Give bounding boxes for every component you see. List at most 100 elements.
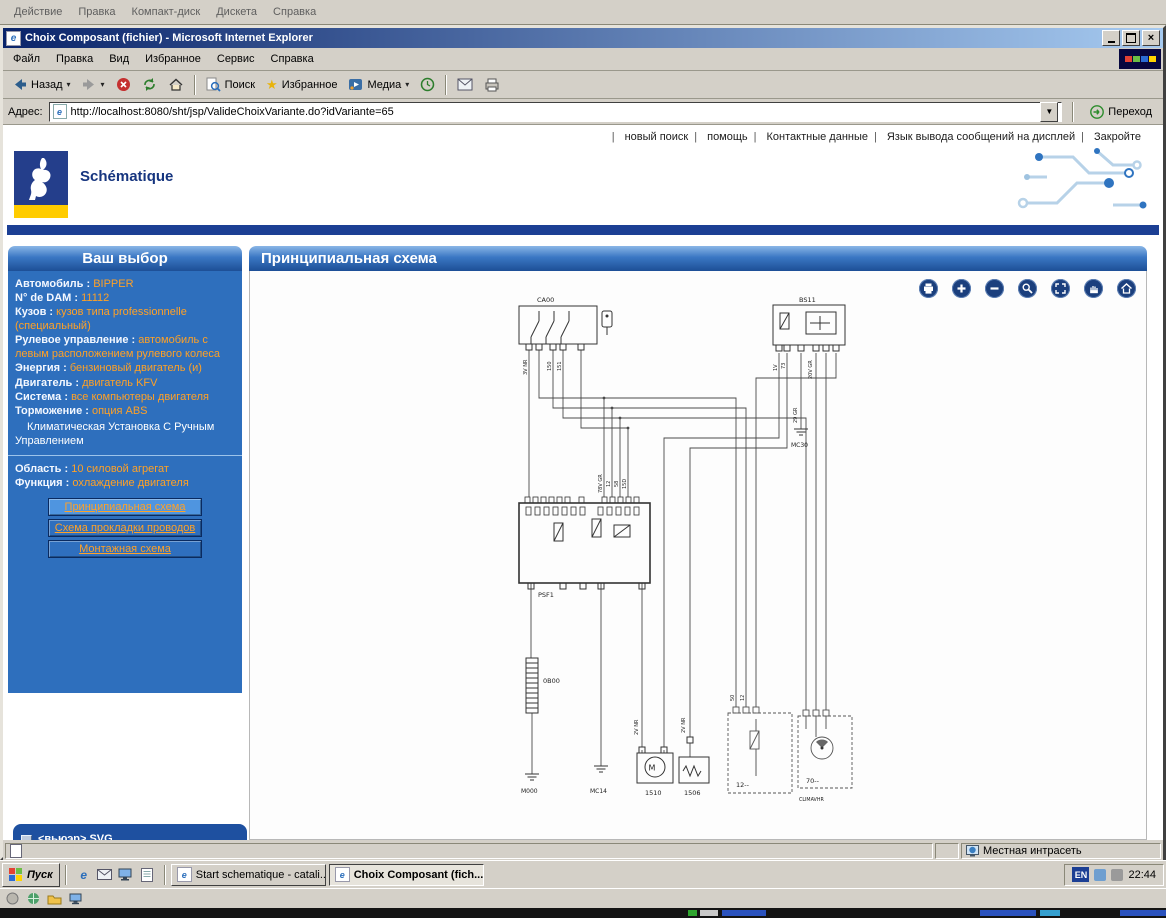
menu-favorites[interactable]: Избранное [137,50,209,68]
minimize-button[interactable] [1102,30,1120,46]
task-button-choix-composant[interactable]: e Choix Composant (fich... [329,864,484,886]
wiring-routing-button[interactable]: Схема прокладки проводов [48,519,202,537]
task-ie-icon: e [335,867,350,882]
favorites-label: Избранное [282,79,338,91]
diagram-canvas[interactable]: CA00 BS11 [250,271,1146,838]
diagram-fullscreen-button[interactable] [1051,279,1070,298]
vm-menu-edit[interactable]: Правка [70,3,123,21]
sidebar-tools-panel: <вьюэр> SVG Outils Проведение работ с ра… [13,824,247,840]
area-label: Область : [15,463,68,475]
host-folder-icon[interactable] [47,891,62,906]
status-doc-icon [10,844,22,858]
ie-menubar: Файл Правка Вид Избранное Сервис Справка [3,48,1163,71]
dam-value: 11112 [81,292,109,304]
forward-button[interactable]: ▾ [77,73,110,96]
link-contacts[interactable]: Контактные данные [754,131,868,143]
task-button-start-schematique[interactable]: e Start schematique - catali... [171,864,326,886]
ie-window: e Choix Composant (fichier) - Microsoft … [0,25,1166,860]
favorites-button[interactable]: ★ Избранное [261,73,342,96]
language-indicator[interactable]: EN [1072,867,1089,882]
header-divider-bar [7,225,1159,235]
screen: Действие Правка Компакт-диск Дискета Спр… [0,0,1166,918]
host-back-icon[interactable] [5,891,20,906]
maximize-button[interactable] [1122,30,1140,46]
menu-help[interactable]: Справка [263,50,322,68]
diagram-print-button[interactable] [919,279,938,298]
wire-label: 58 [614,481,620,487]
start-label: Пуск [27,869,53,881]
wire-label: 20V GR [808,360,814,379]
menu-tools[interactable]: Сервис [209,50,263,68]
wire-label: 12 [606,481,612,487]
history-button[interactable] [415,73,440,96]
peugeot-yellow-bar [14,205,68,218]
address-label: Адрес: [8,106,43,118]
vm-menu-help[interactable]: Справка [265,3,324,21]
tray-volume-icon[interactable] [1111,869,1123,881]
wire-label: 1V [773,364,779,371]
braking-line: Торможение : опция ABS [15,404,235,418]
wire-label: 3V NR [523,359,529,375]
start-button[interactable]: Пуск [2,863,60,887]
home-button[interactable] [163,73,189,96]
vm-menu-cd[interactable]: Компакт-диск [124,3,209,21]
tray-network-icon[interactable] [1094,869,1106,881]
wire-label: 151 [557,361,563,371]
refresh-button[interactable] [137,73,162,96]
diagram-zoom-out-button[interactable] [985,279,1004,298]
task-ie-icon: e [177,867,192,882]
address-input[interactable]: e http://localhost:8080/sht/jsp/ValideCh… [49,102,1063,122]
tool-svg-viewer[interactable]: <вьюэр> SVG [21,833,239,840]
close-button[interactable]: × [1142,30,1160,46]
status-message-pane [5,843,933,859]
vm-menu-action[interactable]: Действие [6,3,70,21]
climate-note: Климатическая Установка С Ручным Управле… [15,420,235,448]
address-dropdown-button[interactable]: ▼ [1040,102,1058,122]
media-dropdown-icon[interactable]: ▾ [405,80,409,89]
braking-value: опция ABS [92,405,148,417]
body-label: Кузов : [15,306,53,318]
mail-button[interactable] [452,73,478,96]
address-url: http://localhost:8080/sht/jsp/ValideChoi… [71,106,394,118]
component-label: MC14 [590,788,607,795]
function-value: охлаждение двигателя [72,477,188,489]
diagram-magnifier-button[interactable] [1018,279,1037,298]
component-label: 0B00 [543,677,560,685]
host-globe-icon[interactable] [26,891,41,906]
diagram-home-button[interactable] [1117,279,1136,298]
vm-menu-floppy[interactable]: Дискета [208,3,265,21]
quicklaunch-document-icon[interactable] [138,866,156,884]
back-button[interactable]: Назад ▾ [7,73,76,96]
quicklaunch-ie-icon[interactable]: e [75,866,93,884]
task-label: Start schematique - catali... [196,869,326,881]
stop-button[interactable] [111,73,136,96]
menu-view[interactable]: Вид [101,50,137,68]
mounting-diagram-button[interactable]: Монтажная схема [48,540,202,558]
go-button[interactable]: Переход [1084,101,1158,123]
menu-edit[interactable]: Правка [48,50,101,68]
quicklaunch-mail-icon[interactable] [96,866,114,884]
print-button[interactable] [479,73,505,96]
link-new-search[interactable]: новый поиск [612,131,689,143]
ie-addressbar: Адрес: e http://localhost:8080/sht/jsp/V… [3,99,1163,125]
diagram-pan-hand-button[interactable] [1084,279,1103,298]
windows-flag-icon [9,868,23,881]
link-help[interactable]: помощь [694,131,747,143]
diagram-zoom-in-button[interactable] [952,279,971,298]
diagram-toolbar [919,279,1136,298]
go-label: Переход [1108,106,1152,118]
component-label: PSF1 [538,591,554,599]
titlebar: e Choix Composant (fichier) - Microsoft … [3,28,1163,48]
sidebar-body: Автомобиль : BIPPER N° de DAM : 11112 Ку… [8,271,242,693]
media-button[interactable]: Медиа ▾ [343,73,414,96]
search-button[interactable]: Поиск [201,73,260,96]
vehicle-line: Автомобиль : BIPPER [15,277,235,291]
forward-dropdown-icon[interactable]: ▾ [101,80,105,89]
host-monitor-icon[interactable] [68,891,83,906]
energy-line: Энергия : бензиновый двигатель (и) [15,361,235,375]
schematic-diagram-button[interactable]: Принципиальная схема [48,498,202,516]
quicklaunch-desktop-icon[interactable] [117,866,135,884]
back-dropdown-icon[interactable]: ▾ [67,80,71,89]
menu-file[interactable]: Файл [5,50,48,68]
ie-toolbar: Назад ▾ ▾ Поиск ★ Избран [3,71,1163,99]
